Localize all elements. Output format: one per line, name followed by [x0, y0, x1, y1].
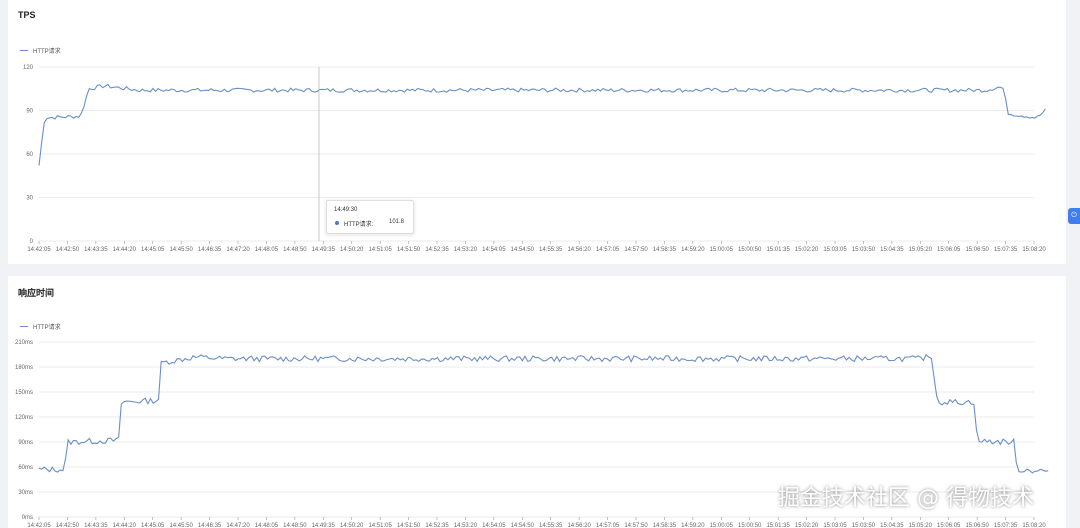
- rt-x-tick-label: 15:07:35: [994, 523, 1018, 528]
- rt-x-tick-label: 15:00:50: [738, 523, 762, 528]
- tps-x-tick-label: 14:51:05: [368, 247, 392, 253]
- rt-x-tick-label: 15:06:50: [965, 523, 989, 528]
- tps-x-tick-label: 14:58:35: [653, 247, 677, 253]
- rt-y-tick-label: 0ms: [22, 515, 33, 521]
- tooltip-series-dot: [335, 221, 339, 225]
- tps-x-tick-label: 14:55:35: [539, 247, 563, 253]
- rt-x-tick-label: 14:51:05: [368, 523, 392, 528]
- tps-x-tick-label: 14:44:20: [113, 247, 137, 253]
- rt-x-tick-label: 14:54:50: [511, 523, 535, 528]
- rt-x-tick-label: 14:42:50: [56, 523, 80, 528]
- tps-y-tick-label: 60: [26, 152, 33, 158]
- tps-x-tick-label: 14:45:50: [169, 247, 193, 253]
- rt-x-tick-label: 15:00:05: [710, 523, 734, 528]
- rt-y-tick-label: 60ms: [18, 465, 33, 471]
- rt-x-tick-label: 15:02:20: [795, 523, 819, 528]
- tps-y-tick-label: 90: [26, 109, 33, 115]
- tps-x-tick-label: 14:42:05: [27, 247, 51, 253]
- tps-series-line[interactable]: [38, 83, 1046, 166]
- tps-x-tick-label: 14:43:35: [84, 247, 108, 253]
- tps-x-tick-label: 15:05:20: [909, 247, 933, 253]
- rt-x-tick-label: 14:45:50: [169, 523, 193, 528]
- tps-x-tick-label: 14:57:05: [596, 247, 620, 253]
- rt-x-tick-label: 14:57:05: [596, 523, 620, 528]
- rt-x-tick-label: 15:08:20: [1022, 523, 1046, 528]
- rt-series-line[interactable]: [38, 353, 1049, 474]
- tps-x-tick-label: 14:57:50: [624, 247, 648, 253]
- rt-x-tick-label: 14:47:20: [226, 523, 250, 528]
- tps-x-tick-label: 14:50:20: [340, 247, 364, 253]
- rt-x-tick-label: 14:53:20: [454, 523, 478, 528]
- rt-x-tick-label: 14:50:20: [340, 523, 364, 528]
- tps-x-tick-label: 14:48:05: [255, 247, 279, 253]
- tooltip-value: 101.8: [389, 219, 405, 225]
- tps-x-tick-label: 14:54:05: [482, 247, 506, 253]
- tps-x-tick-label: 15:04:35: [880, 247, 904, 253]
- watermark-text: 掘金技术社区 @ 得物技术: [778, 486, 1034, 511]
- tps-x-tick-label: 15:00:05: [710, 247, 734, 253]
- tps-x-tick-label: 14:42:50: [56, 247, 80, 253]
- tps-x-tick-label: 15:03:50: [852, 247, 876, 253]
- rt-x-tick-label: 15:06:05: [937, 523, 961, 528]
- tps-x-tick-label: 14:47:20: [226, 247, 250, 253]
- rt-x-tick-label: 14:43:35: [84, 523, 108, 528]
- tps-chart[interactable]: 120 90 60 30 0 14:42:05 14:42:50 14:43:35 14:44:…: [8, 0, 1066, 264]
- rt-x-tick-label: 14:56:20: [567, 523, 591, 528]
- rt-x-tick-label: 14:57:50: [624, 523, 648, 528]
- rt-x-tick-label: 14:46:35: [198, 523, 222, 528]
- rt-y-tick-label: 150ms: [15, 390, 33, 396]
- rt-y-tick-label: 210ms: [15, 340, 33, 346]
- side-float-button[interactable]: ⏻: [1068, 208, 1080, 224]
- rt-x-tick-label: 14:52:35: [425, 523, 449, 528]
- tps-x-tick-label: 15:06:50: [965, 247, 989, 253]
- rt-x-tick-label: 15:05:20: [909, 523, 933, 528]
- tps-y-tick-label: 120: [23, 65, 34, 71]
- tps-x-tick-label: 14:56:20: [567, 247, 591, 253]
- tps-y-tick-label: 0: [30, 239, 34, 245]
- tps-x-tick-label: 14:51:50: [397, 247, 421, 253]
- tps-x-tick-label: 14:46:35: [198, 247, 222, 253]
- tps-x-tick-label: 14:52:35: [425, 247, 449, 253]
- tps-x-tick-label: 15:07:35: [994, 247, 1018, 253]
- rt-y-tick-label: 30ms: [18, 490, 33, 496]
- rt-y-tick-label: 90ms: [18, 440, 33, 446]
- tps-x-tick-label: 15:01:35: [766, 247, 790, 253]
- tps-x-tick-label: 14:53:20: [454, 247, 478, 253]
- rt-x-tick-label: 15:04:35: [880, 523, 904, 528]
- tps-x-tick-label: 14:49:35: [312, 247, 336, 253]
- rt-x-tick-label: 14:51:50: [397, 523, 421, 528]
- tps-tooltip: 14:49:30 HTTP请求: 101.8: [326, 200, 414, 234]
- rt-x-tick-label: 14:48:50: [283, 523, 307, 528]
- rt-x-tick-label: 14:49:35: [312, 523, 336, 528]
- rt-x-tick-label: 14:45:05: [141, 523, 165, 528]
- rt-y-tick-label: 120ms: [15, 415, 33, 421]
- tps-x-tick-label: 15:08:20: [1022, 247, 1046, 253]
- rt-x-tick-label: 14:54:05: [482, 523, 506, 528]
- rt-y-tick-label: 180ms: [15, 365, 33, 371]
- tps-x-tick-label: 14:54:50: [511, 247, 535, 253]
- tps-panel: TPS HTTP请求 120 90 60 30 0 14:42:05 14:42:50 14:…: [8, 0, 1066, 264]
- rt-x-tick-label: 14:55:35: [539, 523, 563, 528]
- tps-x-tick-label: 14:59:20: [681, 247, 705, 253]
- rt-x-tick-label: 15:03:05: [823, 523, 847, 528]
- rt-x-tick-label: 14:58:35: [653, 523, 677, 528]
- tps-y-tick-label: 30: [26, 196, 33, 202]
- rt-x-tick-label: 15:03:50: [852, 523, 876, 528]
- rt-x-tick-label: 14:48:05: [255, 523, 279, 528]
- rt-x-tick-label: 14:59:20: [681, 523, 705, 528]
- rt-x-tick-label: 14:44:20: [113, 523, 137, 528]
- tooltip-time: 14:49:30: [334, 207, 358, 213]
- rt-x-tick-label: 14:42:05: [27, 523, 51, 528]
- tps-x-tick-label: 15:06:05: [937, 247, 961, 253]
- tps-x-tick-label: 14:45:05: [141, 247, 165, 253]
- rt-x-tick-label: 15:01:35: [766, 523, 790, 528]
- tps-x-tick-label: 15:02:20: [795, 247, 819, 253]
- tps-x-tick-label: 15:00:50: [738, 247, 762, 253]
- tps-x-tick-label: 15:03:05: [823, 247, 847, 253]
- tps-x-tick-label: 14:48:50: [283, 247, 307, 253]
- tooltip-series-name: HTTP请求:: [344, 222, 374, 228]
